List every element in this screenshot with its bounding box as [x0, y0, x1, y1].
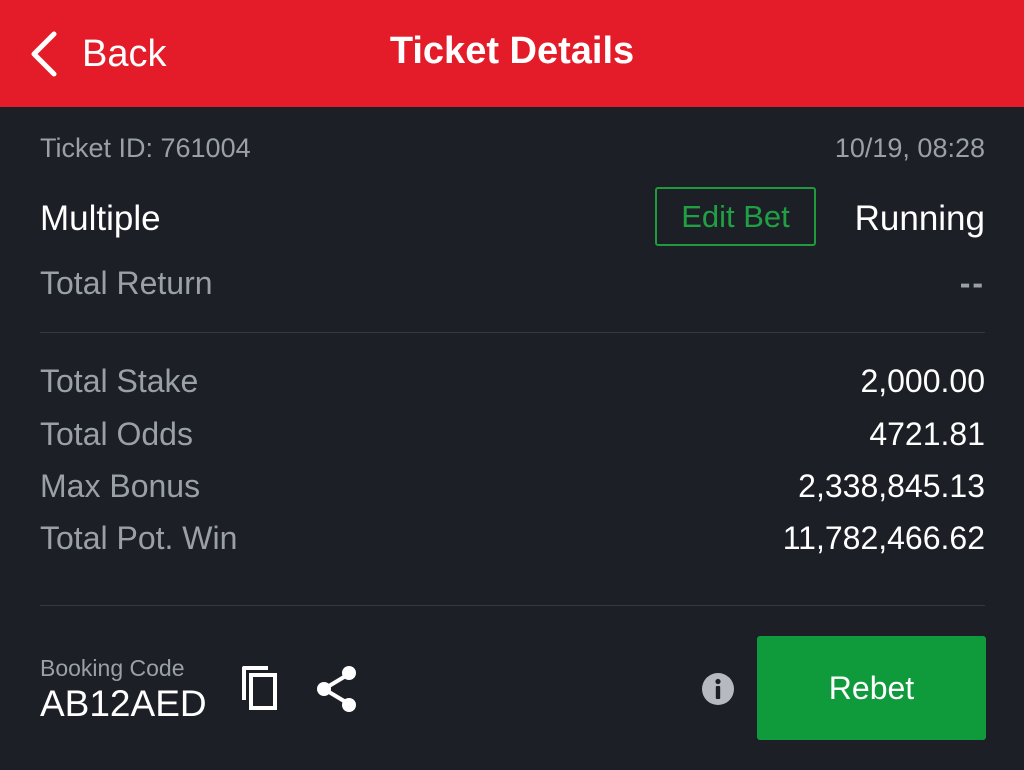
share-icon	[317, 666, 356, 712]
stat-row-total-pot-win: Total Pot. Win 11,782,466.62	[40, 520, 985, 572]
stat-label: Total Odds	[40, 416, 193, 452]
stat-value: 4721.81	[869, 416, 985, 452]
ticket-datetime: 10/19, 08:28	[834, 133, 985, 163]
edit-bet-button[interactable]: Edit Bet	[655, 187, 816, 246]
total-return-label: Total Return	[40, 265, 213, 301]
stat-label: Total Pot. Win	[40, 520, 238, 556]
rebet-button[interactable]: Rebet	[757, 636, 986, 740]
copy-icon	[242, 666, 277, 710]
status-badge: Running	[854, 199, 985, 238]
stat-value: 11,782,466.62	[782, 520, 985, 556]
stat-label: Max Bonus	[40, 468, 201, 504]
divider	[40, 332, 985, 333]
ticket-meta-row: Ticket ID: 761004 10/19, 08:28	[40, 133, 985, 164]
total-return-row: Total Return --	[40, 265, 985, 302]
info-icon	[702, 673, 734, 705]
ticket-id: Ticket ID: 761004	[40, 133, 251, 163]
stat-row-total-stake: Total Stake 2,000.00	[40, 363, 985, 415]
copy-button[interactable]	[238, 664, 284, 716]
booking-code-label: Booking Code	[40, 655, 185, 681]
stat-value: 2,338,845.13	[798, 468, 985, 504]
bet-type-row: Multiple Edit Bet Running	[40, 187, 985, 247]
share-button[interactable]	[314, 664, 362, 716]
app-header: Back Ticket Details	[0, 0, 1024, 107]
info-button[interactable]	[701, 672, 735, 706]
total-return-value: --	[959, 265, 985, 301]
booking-code: AB12AED	[40, 683, 207, 724]
stat-value: 2,000.00	[860, 363, 985, 399]
stat-row-max-bonus: Max Bonus 2,338,845.13	[40, 468, 985, 520]
stat-row-total-odds: Total Odds 4721.81	[40, 416, 985, 468]
divider	[40, 605, 985, 606]
stat-label: Total Stake	[40, 363, 199, 399]
bet-type: Multiple	[40, 199, 161, 238]
page-title: Ticket Details	[389, 30, 635, 72]
